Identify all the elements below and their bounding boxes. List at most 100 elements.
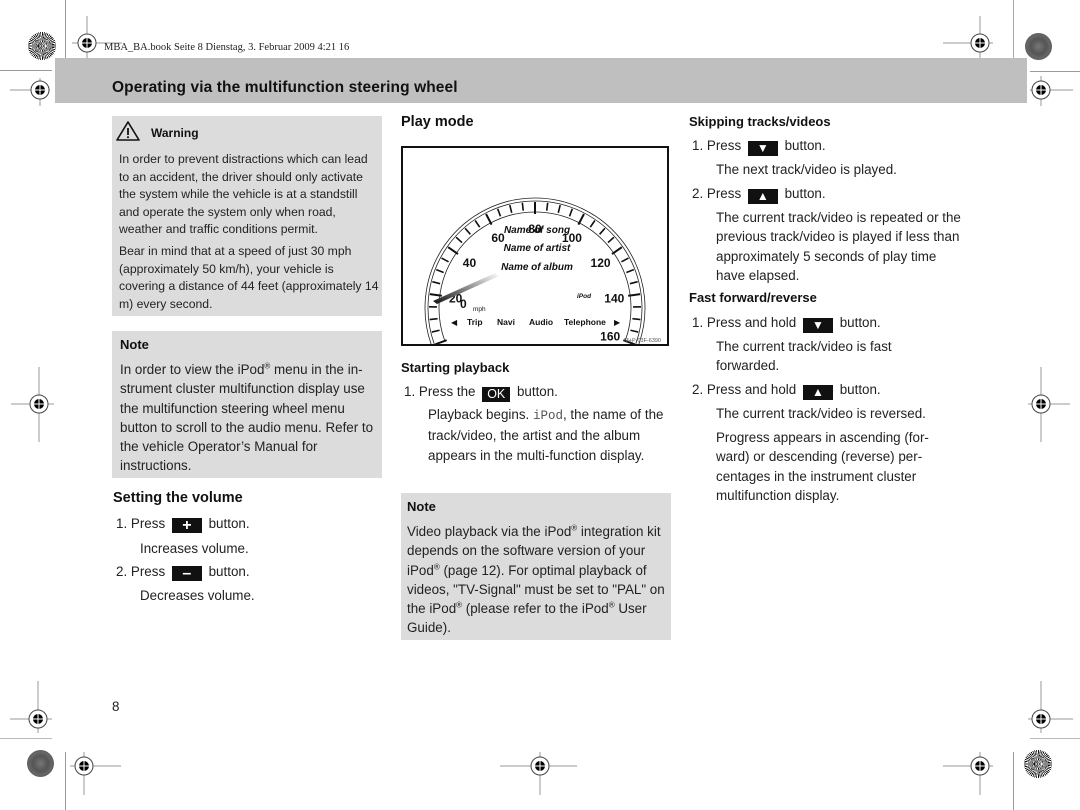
gauge-tick [621,257,629,263]
gauge-tick [589,220,596,228]
down-button-icon: ▼ [802,318,833,333]
menu-item-telephone: Telephone [564,317,606,327]
speedometer-gauge: 20406080100120140160 0 mph Name of song … [424,197,661,344]
note-box: Note Video playback via the iPod® integr… [401,493,671,640]
page-title: Operating via the multifunction steering… [112,79,458,96]
step-text: button. [516,384,558,399]
step-text: Press [706,138,742,153]
gauge-tick [464,227,471,235]
step-text: button. [208,564,250,579]
note-text: In order to view the iPod® menu in the i… [120,360,382,476]
menu-arrow-right-icon: ▶ [614,318,621,327]
up-button-icon: ▲ [802,385,833,400]
menu-item-trip: Trip [467,317,483,327]
gauge-tick [557,204,561,213]
step-number: 1. [404,384,416,399]
gauge-tick [447,246,459,255]
note-title: Note [120,337,149,352]
result-text: Playback begins. [428,407,533,422]
playback-result: Playback begins. iPod, the name of the t… [428,405,664,465]
gauge-tick [629,280,638,285]
ok-button-icon: OK [482,387,511,402]
skip-step: 1. Press ▼ button. [692,136,826,156]
gauge-tick [630,329,639,333]
section-heading-volume: Setting the volume [113,490,243,506]
skip-result: The current track/video is repeated or t… [716,210,961,283]
step-number: 1. [116,516,128,531]
song-name: Name of song [504,225,570,236]
gauge-tick [429,317,438,321]
gauge-tick [626,268,635,274]
warning-paragraph: Bear in mind that at a speed of just 30 … [119,244,379,311]
registration-starburst-icon [28,32,56,60]
plus-button-icon: + [171,518,202,534]
page-number: 8 [112,699,120,714]
volume-result: Increases volume. [140,541,249,556]
gauge-tick [474,220,481,228]
step-number: 1. [692,138,704,153]
note-title: Note [407,499,436,514]
speed-unit-label: mph [473,306,486,313]
minus-button-icon: – [171,566,202,582]
figure-reference: M+P-03F-6390 [624,338,661,344]
gauge-tick [521,202,525,211]
step-text: Press and hold [706,382,797,397]
step-text: Press and hold [706,315,797,330]
skip-step: 2. Press ▲ button. [692,184,826,204]
step-text: Press the [418,384,476,399]
album-name: Name of album [501,262,573,273]
instrument-cluster-figure: 20 40 60 80 100 120 140 160 0 mph Name of song … [401,146,669,346]
note-text-part: menu in the in­strument cluster multifun… [120,362,374,474]
volume-step: 1. Press + button. [116,514,250,534]
step-text: button. [839,315,881,330]
registration-dot-icon [27,750,54,777]
menu-item-audio: Audio [529,317,553,327]
step-number: 2. [692,186,704,201]
gauge-tick [632,317,641,321]
print-imprint: MBA_BA.book Seite 8 Dienstag, 3. Februar… [104,42,350,53]
step-number: 2. [116,564,128,579]
speed-label: 40 [463,256,477,270]
gauge-tick [485,213,493,226]
step-text: button. [839,382,881,397]
speed-label: 160 [600,329,620,343]
menu-item-navi: Navi [497,317,515,327]
registration-starburst-icon [1024,750,1052,778]
speed-label: 140 [604,292,624,306]
gauge-tick [435,268,444,274]
section-heading-fast-forward: Fast forward/reverse [689,290,817,305]
gauge-tick [509,204,513,213]
step-text: Press [130,564,166,579]
step-number: 1. [692,315,704,330]
step-text: button. [784,186,826,201]
fast-result: The current track/video is fast forwarde… [716,339,892,374]
gauge-tick [455,236,463,244]
fast-step: 2. Press and hold ▲ button. [692,380,881,400]
gauge-tick [568,208,574,217]
gauge-tick [599,227,606,235]
step-text: button. [208,516,250,531]
note-text-part: In order to view the iPod [120,362,265,377]
gauge-tick [435,339,448,344]
note-text: Video playback via the iPod® integration… [407,522,671,638]
gauge-tick [441,257,449,263]
note-text-part: (please refer to the iPod [462,601,609,617]
volume-step: 2. Press – button. [116,562,250,582]
artist-name: Name of artist [504,243,571,254]
gauge-tick [431,329,440,333]
step-text: Press [706,186,742,201]
skip-result: The next track/video is played. [716,162,897,177]
fast-step: 1. Press and hold ▼ button. [692,313,881,333]
volume-result: Decreases volume. [140,588,255,603]
gauge-tick [607,236,615,244]
speed-label: 120 [591,256,611,270]
note-text-part: Video playback via the iPod [407,524,572,539]
section-heading-play-mode: Play mode [401,114,474,130]
warning-box: Warning In order to prevent distractions… [112,116,382,316]
playback-step: 1. Press the OK button. [404,382,558,402]
up-button-icon: ▲ [747,189,778,204]
gauge-tick [496,208,502,217]
fast-result: The current track/video is reversed. [716,406,926,421]
gauge-tick [545,202,549,211]
section-heading-starting-playback: Starting playback [401,360,510,375]
